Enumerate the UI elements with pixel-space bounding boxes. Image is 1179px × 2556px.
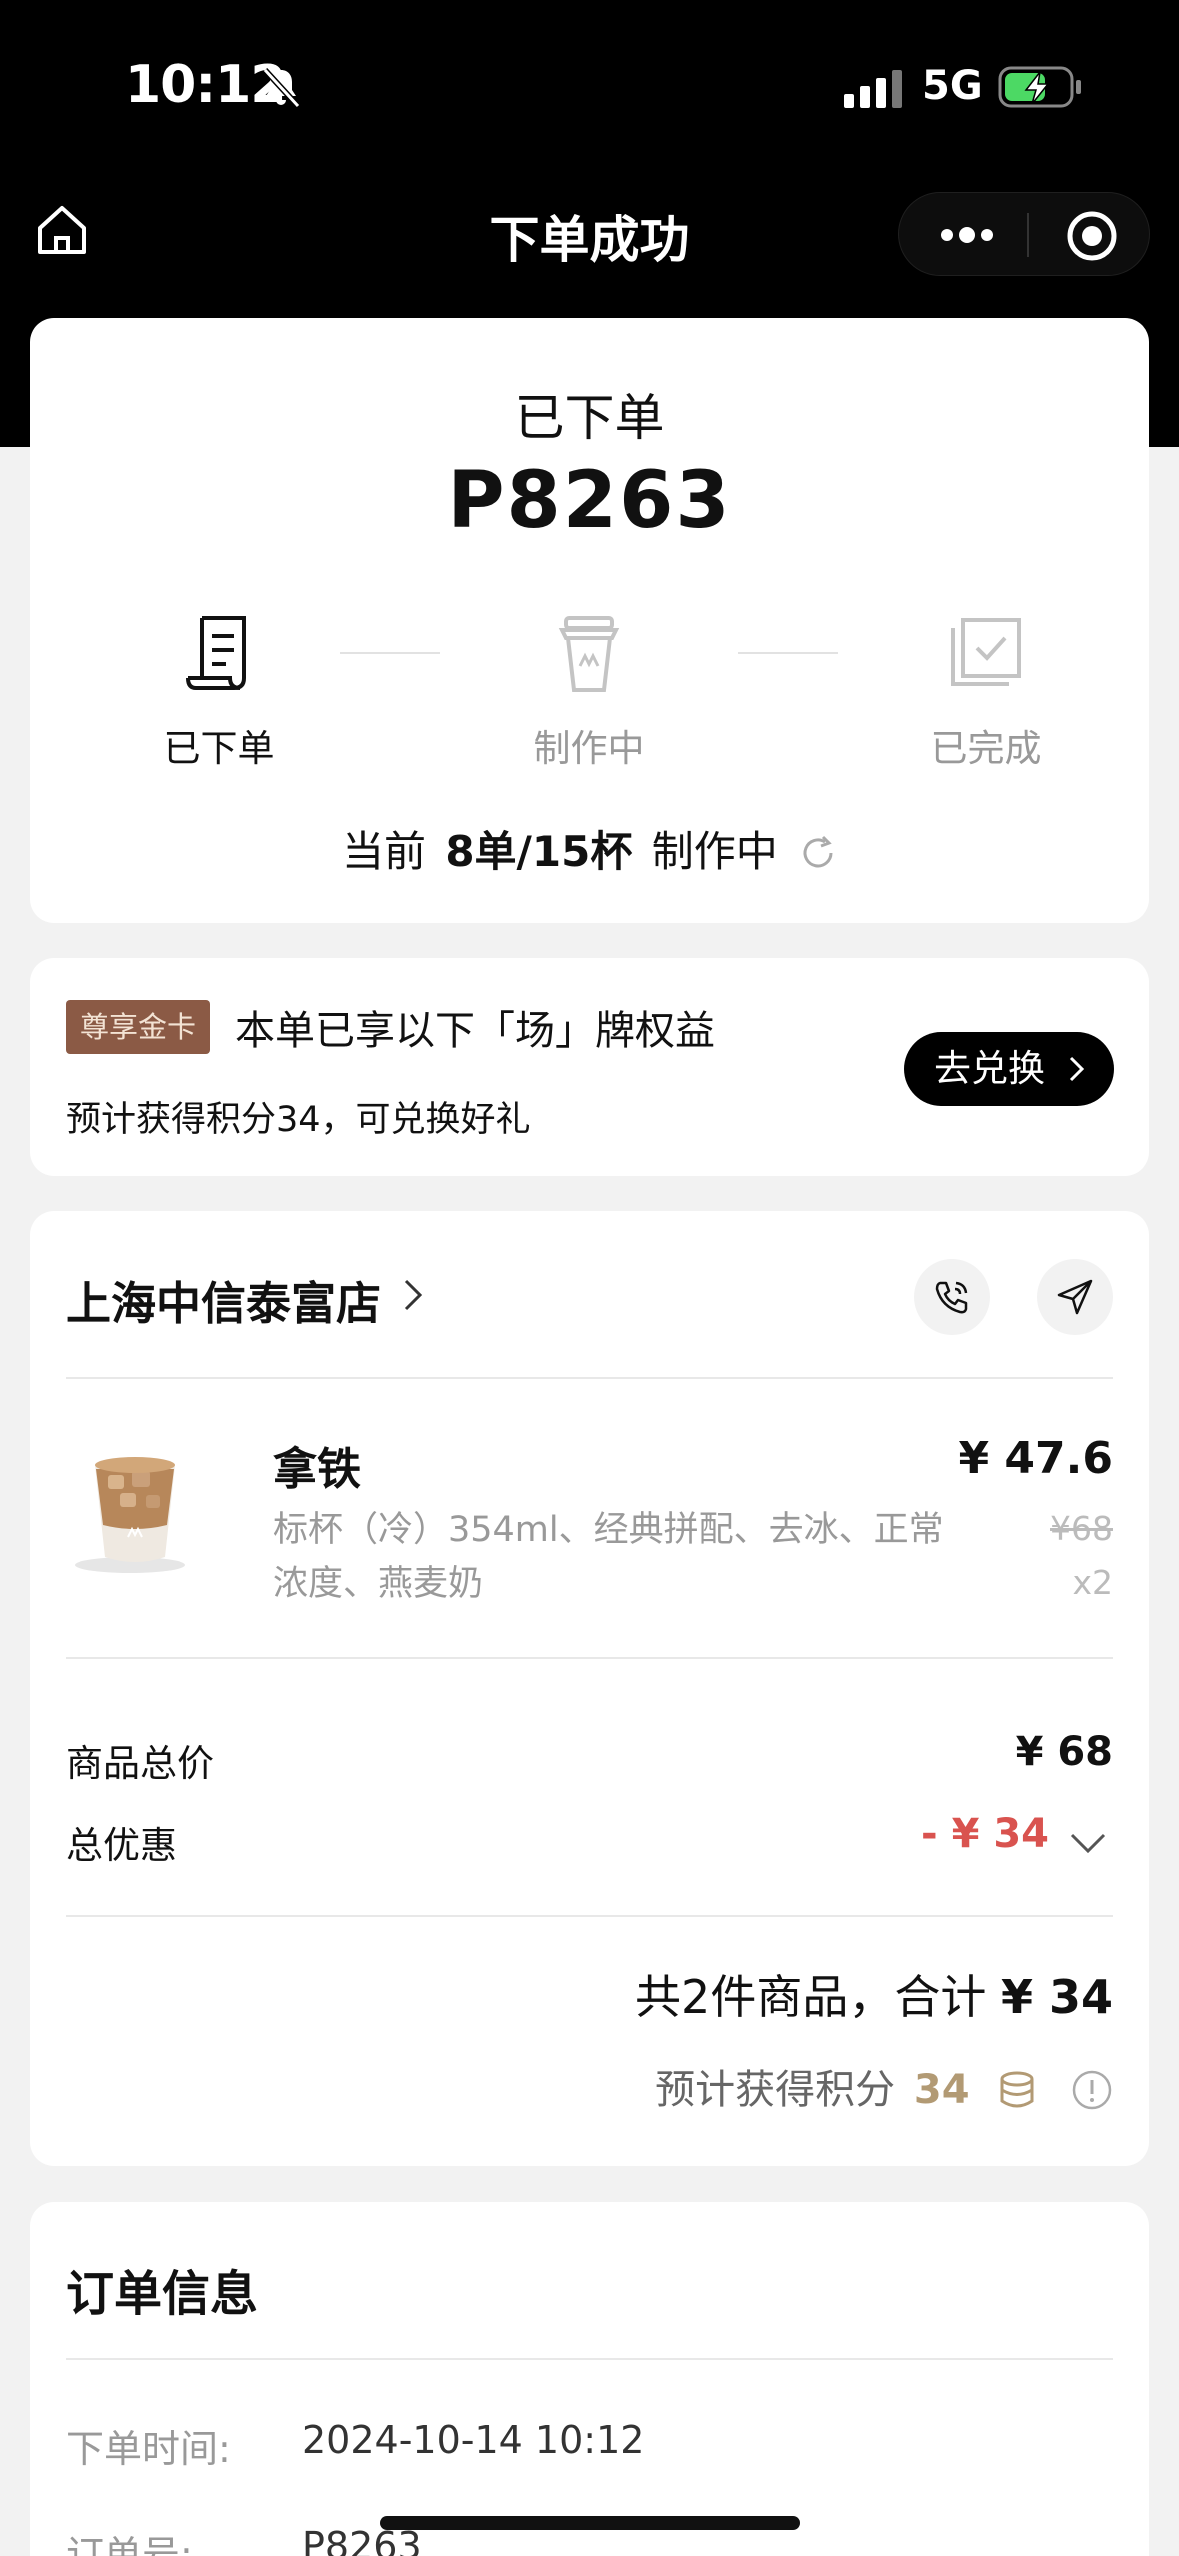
total-line: 共2件商品，合计 ¥ 34	[635, 1961, 1113, 2027]
divider	[66, 1377, 1113, 1379]
call-store-button[interactable]	[914, 1259, 990, 1335]
network-type: 5G	[922, 63, 983, 109]
coin-icon	[1000, 2071, 1034, 2108]
store-name[interactable]: 上海中信泰富店	[66, 1267, 381, 1332]
discount-label[interactable]: 总优惠	[66, 1815, 177, 1869]
order-status-card: 已下单 P8263 已下单 制作中 已完成 当前 8单/15杯 制作中	[30, 318, 1149, 923]
product-spec: 标杯（冷）354ml、经典拼配、去冰、正常浓度、燕麦奶	[273, 1510, 944, 1604]
order-detail-card: 上海中信泰富店 拿铁 标杯（冷）354ml、经典拼配、去冰、正常浓度、燕麦奶 ¥…	[30, 1211, 1149, 2166]
total-prefix: 共2件商品，合计	[635, 1970, 987, 2024]
step-connector	[738, 652, 838, 654]
discount-value[interactable]: - ¥ 34	[921, 1811, 1049, 1857]
member-benefit-card: 尊享金卡 本单已享以下「场」牌权益 预计获得积分34，可兑换好礼 去兑换	[30, 958, 1149, 1176]
step-label: 已下单	[163, 727, 275, 770]
product-name: 拿铁	[273, 1444, 361, 1495]
total-amount: ¥ 34	[1000, 1970, 1113, 2024]
queue-suffix: 制作中	[651, 827, 778, 876]
order-info-title: 订单信息	[66, 2266, 259, 2322]
step-done: 已完成	[866, 608, 1106, 772]
queue-count: 8单/15杯	[445, 827, 633, 876]
product-original-price: ¥68	[1050, 1509, 1113, 1548]
step-label: 已完成	[930, 727, 1042, 770]
queue-prefix: 当前	[341, 827, 426, 876]
product-image	[75, 1457, 185, 1573]
exchange-button[interactable]: 去兑换	[904, 1032, 1114, 1106]
info-icon[interactable]	[1071, 2069, 1113, 2111]
points-label: 预计获得积分	[655, 2067, 896, 2113]
close-miniapp-icon[interactable]	[1065, 209, 1119, 263]
bell-muted-icon	[262, 67, 301, 109]
divider	[66, 2358, 1113, 2360]
miniapp-capsule	[898, 192, 1150, 276]
step-label: 制作中	[533, 727, 645, 770]
order-info-card: 订单信息 下单时间: 2024-10-14 10:12 订单号: P8263	[30, 2202, 1149, 2556]
capsule-divider	[1027, 213, 1029, 257]
navigate-button[interactable]	[1037, 1259, 1113, 1335]
battery-charging-icon	[998, 66, 1081, 108]
member-badge: 尊享金卡	[66, 1000, 210, 1054]
subtotal-value: ¥ 68	[1015, 1729, 1113, 1775]
order-time-value: 2024-10-14 10:12	[302, 2418, 645, 2462]
order-number-label: 订单号:	[66, 2533, 193, 2556]
status-bar: 10:12 5G	[0, 0, 1179, 175]
check-box-icon	[951, 618, 1021, 686]
order-number: P8263	[447, 456, 732, 546]
chevron-right-icon[interactable]	[402, 1277, 424, 1313]
home-indicator	[380, 2516, 800, 2530]
product-quantity: x2	[1072, 1563, 1113, 1602]
receipt-icon	[186, 616, 246, 690]
nav-bar: 下单成功	[0, 180, 1179, 290]
order-time-label: 下单时间:	[66, 2427, 231, 2471]
queue-status: 当前 8单/15杯 制作中	[30, 818, 1149, 879]
chevron-right-icon	[1069, 1056, 1085, 1082]
step-making: 制作中	[469, 608, 709, 772]
exchange-label: 去兑换	[934, 1047, 1045, 1090]
points-line: 预计获得积分 34	[655, 2057, 1113, 2115]
divider	[66, 1915, 1113, 1917]
chevron-down-icon[interactable]	[1069, 1831, 1107, 1855]
signal-icon	[844, 70, 902, 108]
member-points-text: 预计获得积分34，可兑换好礼	[66, 1100, 531, 1140]
cup-icon	[558, 616, 620, 692]
phone-icon	[935, 1281, 968, 1314]
status-text: 已下单	[514, 389, 665, 447]
points-value: 34	[913, 2067, 970, 2113]
member-title: 本单已享以下「场」牌权益	[235, 1008, 715, 1054]
more-icon[interactable]	[935, 215, 999, 255]
refresh-icon[interactable]	[799, 834, 837, 872]
product-price: ¥ 47.6	[958, 1433, 1114, 1484]
step-ordered: 已下单	[99, 608, 339, 772]
divider	[66, 1657, 1113, 1659]
step-connector	[340, 652, 440, 654]
subtotal-label: 商品总价	[66, 1742, 214, 1785]
navigation-arrow-icon	[1057, 1279, 1093, 1315]
